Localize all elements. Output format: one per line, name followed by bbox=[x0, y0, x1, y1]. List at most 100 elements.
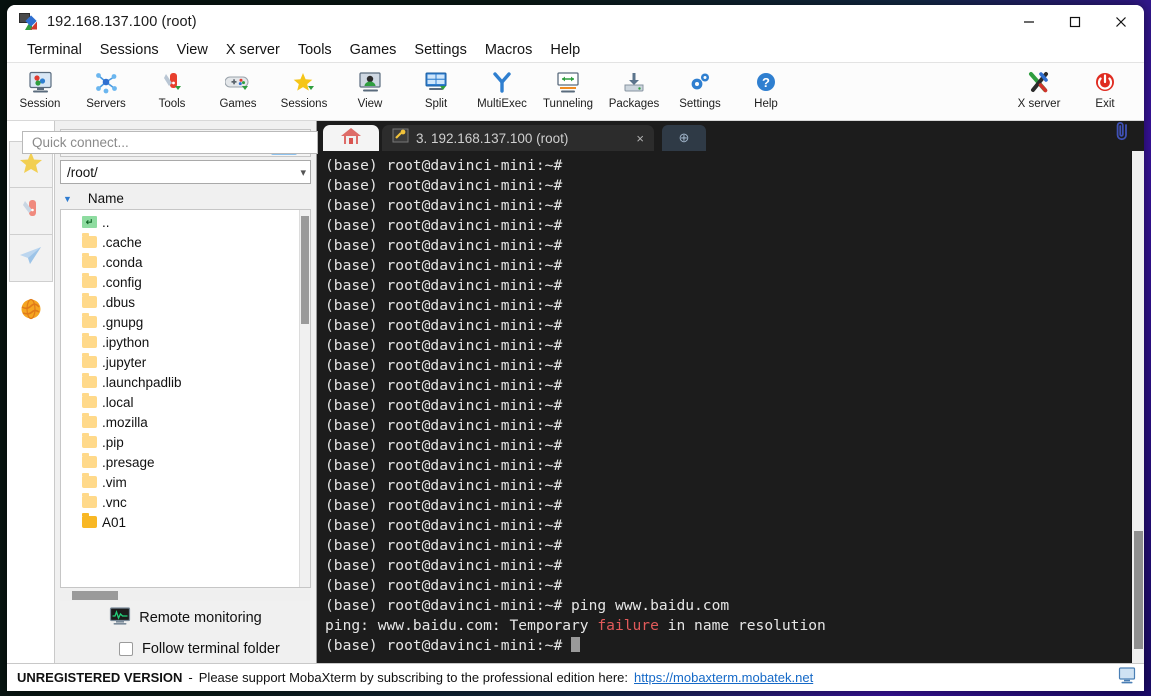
close-button[interactable] bbox=[1098, 5, 1144, 38]
rail-item-macros[interactable] bbox=[8, 290, 53, 332]
menu-settings[interactable]: Settings bbox=[405, 40, 475, 60]
file-name: .config bbox=[102, 274, 142, 290]
quick-connect-input[interactable]: Quick connect... bbox=[22, 131, 318, 154]
toolbar-tunneling-button[interactable]: Tunneling bbox=[535, 66, 601, 118]
file-name: .vim bbox=[102, 474, 127, 490]
toolbar-split-button[interactable]: Split bbox=[403, 66, 469, 118]
menu-help[interactable]: Help bbox=[541, 40, 589, 60]
list-item[interactable]: .config bbox=[61, 272, 299, 292]
file-name: .jupyter bbox=[102, 354, 147, 370]
file-list-hscrollbar[interactable] bbox=[60, 590, 311, 601]
scrollbar-thumb[interactable] bbox=[301, 216, 309, 324]
list-item[interactable]: ↵.. bbox=[61, 212, 299, 232]
window-controls bbox=[1006, 5, 1144, 38]
scrollbar-thumb[interactable] bbox=[1134, 531, 1143, 649]
tab-close-icon[interactable]: × bbox=[632, 131, 648, 146]
folder-icon bbox=[82, 233, 97, 248]
toolbar-help-button[interactable]: ? Help bbox=[733, 66, 799, 118]
menu-view[interactable]: View bbox=[168, 40, 217, 60]
display-icon[interactable] bbox=[1118, 666, 1136, 689]
tab-bar: 3. 192.168.137.100 (root) × ⊕ bbox=[317, 121, 1144, 151]
tab-session-active[interactable]: 3. 192.168.137.100 (root) × bbox=[382, 125, 654, 151]
rail-item-tools[interactable] bbox=[8, 188, 53, 235]
scrollbar-thumb-horizontal[interactable] bbox=[72, 591, 118, 600]
follow-terminal-checkbox[interactable] bbox=[119, 642, 133, 656]
sftp-path-input[interactable]: /root/ ▾ bbox=[60, 160, 311, 184]
terminal-line: (base) root@davinci-mini:~# bbox=[325, 157, 572, 174]
list-item[interactable]: .vnc bbox=[61, 492, 299, 512]
folder-icon bbox=[82, 413, 97, 428]
terminal-prompt-line: (base) root@davinci-mini:~# bbox=[325, 636, 1131, 656]
remote-monitoring-button[interactable]: Remote monitoring bbox=[55, 601, 316, 635]
list-item[interactable]: A01 bbox=[61, 512, 299, 532]
help-question-icon: ? bbox=[751, 69, 781, 95]
toolbar-multiexec-button[interactable]: MultiExec bbox=[469, 66, 535, 118]
folder-icon bbox=[82, 293, 97, 308]
list-item[interactable]: .dbus bbox=[61, 292, 299, 312]
attachment-button[interactable] bbox=[1112, 120, 1144, 151]
toolbar-view-label: View bbox=[357, 98, 383, 110]
list-item[interactable]: .jupyter bbox=[61, 352, 299, 372]
list-item[interactable]: .presage bbox=[61, 452, 299, 472]
left-rail bbox=[7, 121, 55, 663]
toolbar-settings-button[interactable]: Settings bbox=[667, 66, 733, 118]
toolbar-sessions-button[interactable]: Sessions bbox=[271, 66, 337, 118]
toolbar-settings-label: Settings bbox=[679, 98, 721, 110]
list-item[interactable]: .mozilla bbox=[61, 412, 299, 432]
menu-x-server[interactable]: X server bbox=[217, 40, 289, 60]
file-column-name[interactable]: Name bbox=[88, 191, 124, 206]
list-item[interactable]: .vim bbox=[61, 472, 299, 492]
toolbar-sessions-label: Sessions bbox=[280, 98, 328, 110]
list-item[interactable]: .local bbox=[61, 392, 299, 412]
file-list-scrollbar[interactable] bbox=[299, 210, 310, 587]
folder-icon bbox=[82, 493, 97, 508]
list-item[interactable]: .ipython bbox=[61, 332, 299, 352]
file-name: .launchpadlib bbox=[102, 374, 182, 390]
list-item[interactable]: .conda bbox=[61, 252, 299, 272]
session-monitor-icon bbox=[25, 69, 55, 95]
file-name: .dbus bbox=[102, 294, 136, 310]
minimize-button[interactable] bbox=[1006, 5, 1052, 38]
list-item[interactable]: .pip bbox=[61, 432, 299, 452]
toolbar-servers-button[interactable]: Servers bbox=[73, 66, 139, 118]
sort-descending-icon[interactable]: ▼ bbox=[63, 194, 72, 204]
toolbar-xserver-button[interactable]: X server bbox=[1006, 66, 1072, 118]
toolbar-session-button[interactable]: Session bbox=[7, 66, 73, 118]
list-item[interactable]: .cache bbox=[61, 232, 299, 252]
file-list[interactable]: ↵.. .cache .conda .config .dbus .gnupg .… bbox=[61, 210, 299, 587]
toolbar-games-button[interactable]: Games bbox=[205, 66, 271, 118]
menu-tools[interactable]: Tools bbox=[289, 40, 341, 60]
settings-gear-icon bbox=[685, 69, 715, 95]
paperclip-icon bbox=[1112, 120, 1132, 147]
terminal-line: (base) root@davinci-mini:~# bbox=[325, 357, 572, 374]
maximize-button[interactable] bbox=[1052, 5, 1098, 38]
list-item[interactable]: .launchpadlib bbox=[61, 372, 299, 392]
folder-icon bbox=[82, 453, 97, 468]
terminal-scrollbar[interactable] bbox=[1131, 151, 1144, 663]
toolbar-packages-button[interactable]: Packages bbox=[601, 66, 667, 118]
toolbar-tools-button[interactable]: Tools bbox=[139, 66, 205, 118]
terminal-line: (base) root@davinci-mini:~# bbox=[325, 477, 572, 494]
toolbar-exit-button[interactable]: Exit bbox=[1072, 66, 1138, 118]
toolbar-tunneling-label: Tunneling bbox=[542, 98, 594, 110]
terminal-cursor bbox=[571, 637, 581, 652]
list-item[interactable]: .gnupg bbox=[61, 312, 299, 332]
toolbar-view-button[interactable]: View bbox=[337, 66, 403, 118]
rail-item-sftp[interactable] bbox=[8, 235, 53, 282]
file-list-header: ▼ Name bbox=[55, 188, 316, 209]
folder-icon bbox=[82, 373, 97, 388]
chevron-down-icon[interactable]: ▾ bbox=[300, 166, 306, 179]
toolbar-help-label: Help bbox=[754, 98, 778, 110]
status-link[interactable]: https://mobaxterm.mobatek.net bbox=[634, 670, 813, 685]
tab-home[interactable] bbox=[323, 125, 379, 151]
menu-macros[interactable]: Macros bbox=[476, 40, 542, 60]
menu-games[interactable]: Games bbox=[341, 40, 406, 60]
terminal-output[interactable]: (base) root@davinci-mini:~# (base) root@… bbox=[317, 151, 1131, 663]
follow-terminal-folder-row[interactable]: Follow terminal folder bbox=[55, 635, 316, 663]
folder-icon bbox=[82, 273, 97, 288]
menu-terminal[interactable]: Terminal bbox=[18, 40, 91, 60]
menu-sessions[interactable]: Sessions bbox=[91, 40, 168, 60]
status-badge: UNREGISTERED VERSION bbox=[17, 670, 183, 685]
title-bar: 192.168.137.100 (root) bbox=[7, 5, 1144, 38]
new-tab-button[interactable]: ⊕ bbox=[662, 125, 706, 151]
